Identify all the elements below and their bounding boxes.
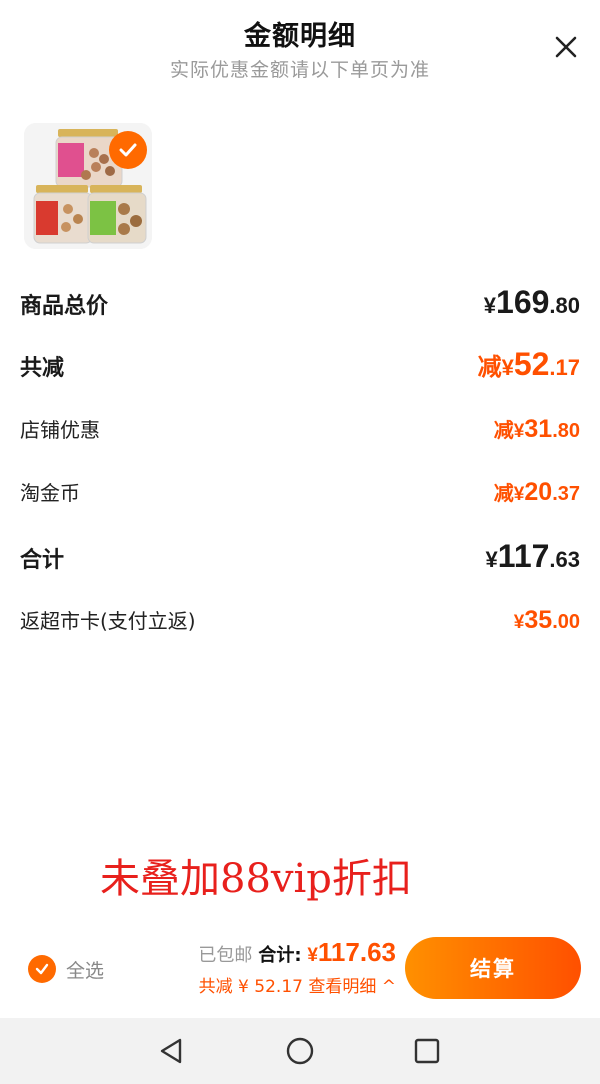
back-triangle-icon — [160, 1038, 182, 1064]
subtotal-amount: ¥117.63 — [485, 538, 580, 574]
close-icon — [555, 36, 577, 58]
select-all-checkbox[interactable] — [28, 955, 56, 983]
total-discount-label: 共减 — [20, 356, 65, 381]
checkout-button[interactable]: 结算 — [405, 937, 581, 999]
order-summary: 已包邮 合计: ¥117.63 共减 ¥ 52.17 查看明细 ^ — [170, 937, 396, 997]
home-circle-icon — [286, 1037, 314, 1065]
summary-total-amount: ¥117.63 — [307, 937, 396, 967]
shop-discount-amount: 减¥31.80 — [493, 415, 580, 443]
sheet-header: 金额明细 实际优惠金额请以下单页为准 — [0, 0, 600, 100]
check-icon — [119, 143, 137, 157]
supermarket-card-row: 返超市卡(支付立返) ¥35.00 — [20, 605, 580, 635]
taojinbi-label: 淘金币 — [20, 481, 80, 505]
shop-discount-label: 店铺优惠 — [20, 418, 100, 442]
recents-square-icon — [414, 1038, 440, 1064]
select-all-toggle[interactable]: 全选 — [28, 955, 104, 983]
total-discount-amount: 减¥52.17 — [477, 346, 580, 382]
subtotal-row: 合计 ¥117.63 — [20, 538, 580, 575]
nav-back-button[interactable] — [156, 1035, 188, 1067]
total-price-amount: ¥169.80 — [483, 284, 580, 320]
subtotal-label: 合计 — [20, 548, 65, 573]
total-discount-row: 共减 减¥52.17 — [20, 346, 580, 383]
summary-total-line: 已包邮 合计: ¥117.63 — [170, 937, 396, 968]
supermarket-card-amount: ¥35.00 — [513, 606, 580, 634]
shop-discount-row: 店铺优惠 减¥31.80 — [20, 414, 580, 444]
taojinbi-row: 淘金币 减¥20.37 — [20, 477, 580, 507]
nav-home-button[interactable] — [284, 1035, 316, 1067]
close-button[interactable] — [549, 30, 583, 64]
summary-total-label: 合计: — [258, 945, 302, 966]
supermarket-card-label: 返超市卡(支付立返) — [20, 609, 196, 633]
annotation-text: 未叠加88vip折扣 — [100, 856, 412, 902]
nav-recents-button[interactable] — [411, 1035, 443, 1067]
total-price-label: 商品总价 — [20, 294, 109, 319]
sheet-title: 金额明细 — [244, 21, 356, 52]
check-icon — [35, 963, 49, 975]
total-price-row: 商品总价 ¥169.80 — [20, 284, 580, 321]
product-selected-badge[interactable] — [109, 131, 147, 169]
free-shipping-text: 已包邮 — [198, 945, 253, 966]
taojinbi-amount: 减¥20.37 — [493, 478, 580, 506]
checkout-bar: 全选 已包邮 合计: ¥117.63 共减 ¥ 52.17 查看明细 ^ 结算 — [0, 925, 600, 1015]
sheet-subtitle: 实际优惠金额请以下单页为准 — [169, 59, 430, 81]
system-nav-bar — [0, 1018, 600, 1084]
view-details-link[interactable]: 共减 ¥ 52.17 查看明细 ^ — [170, 972, 396, 997]
select-all-label: 全选 — [66, 959, 105, 982]
